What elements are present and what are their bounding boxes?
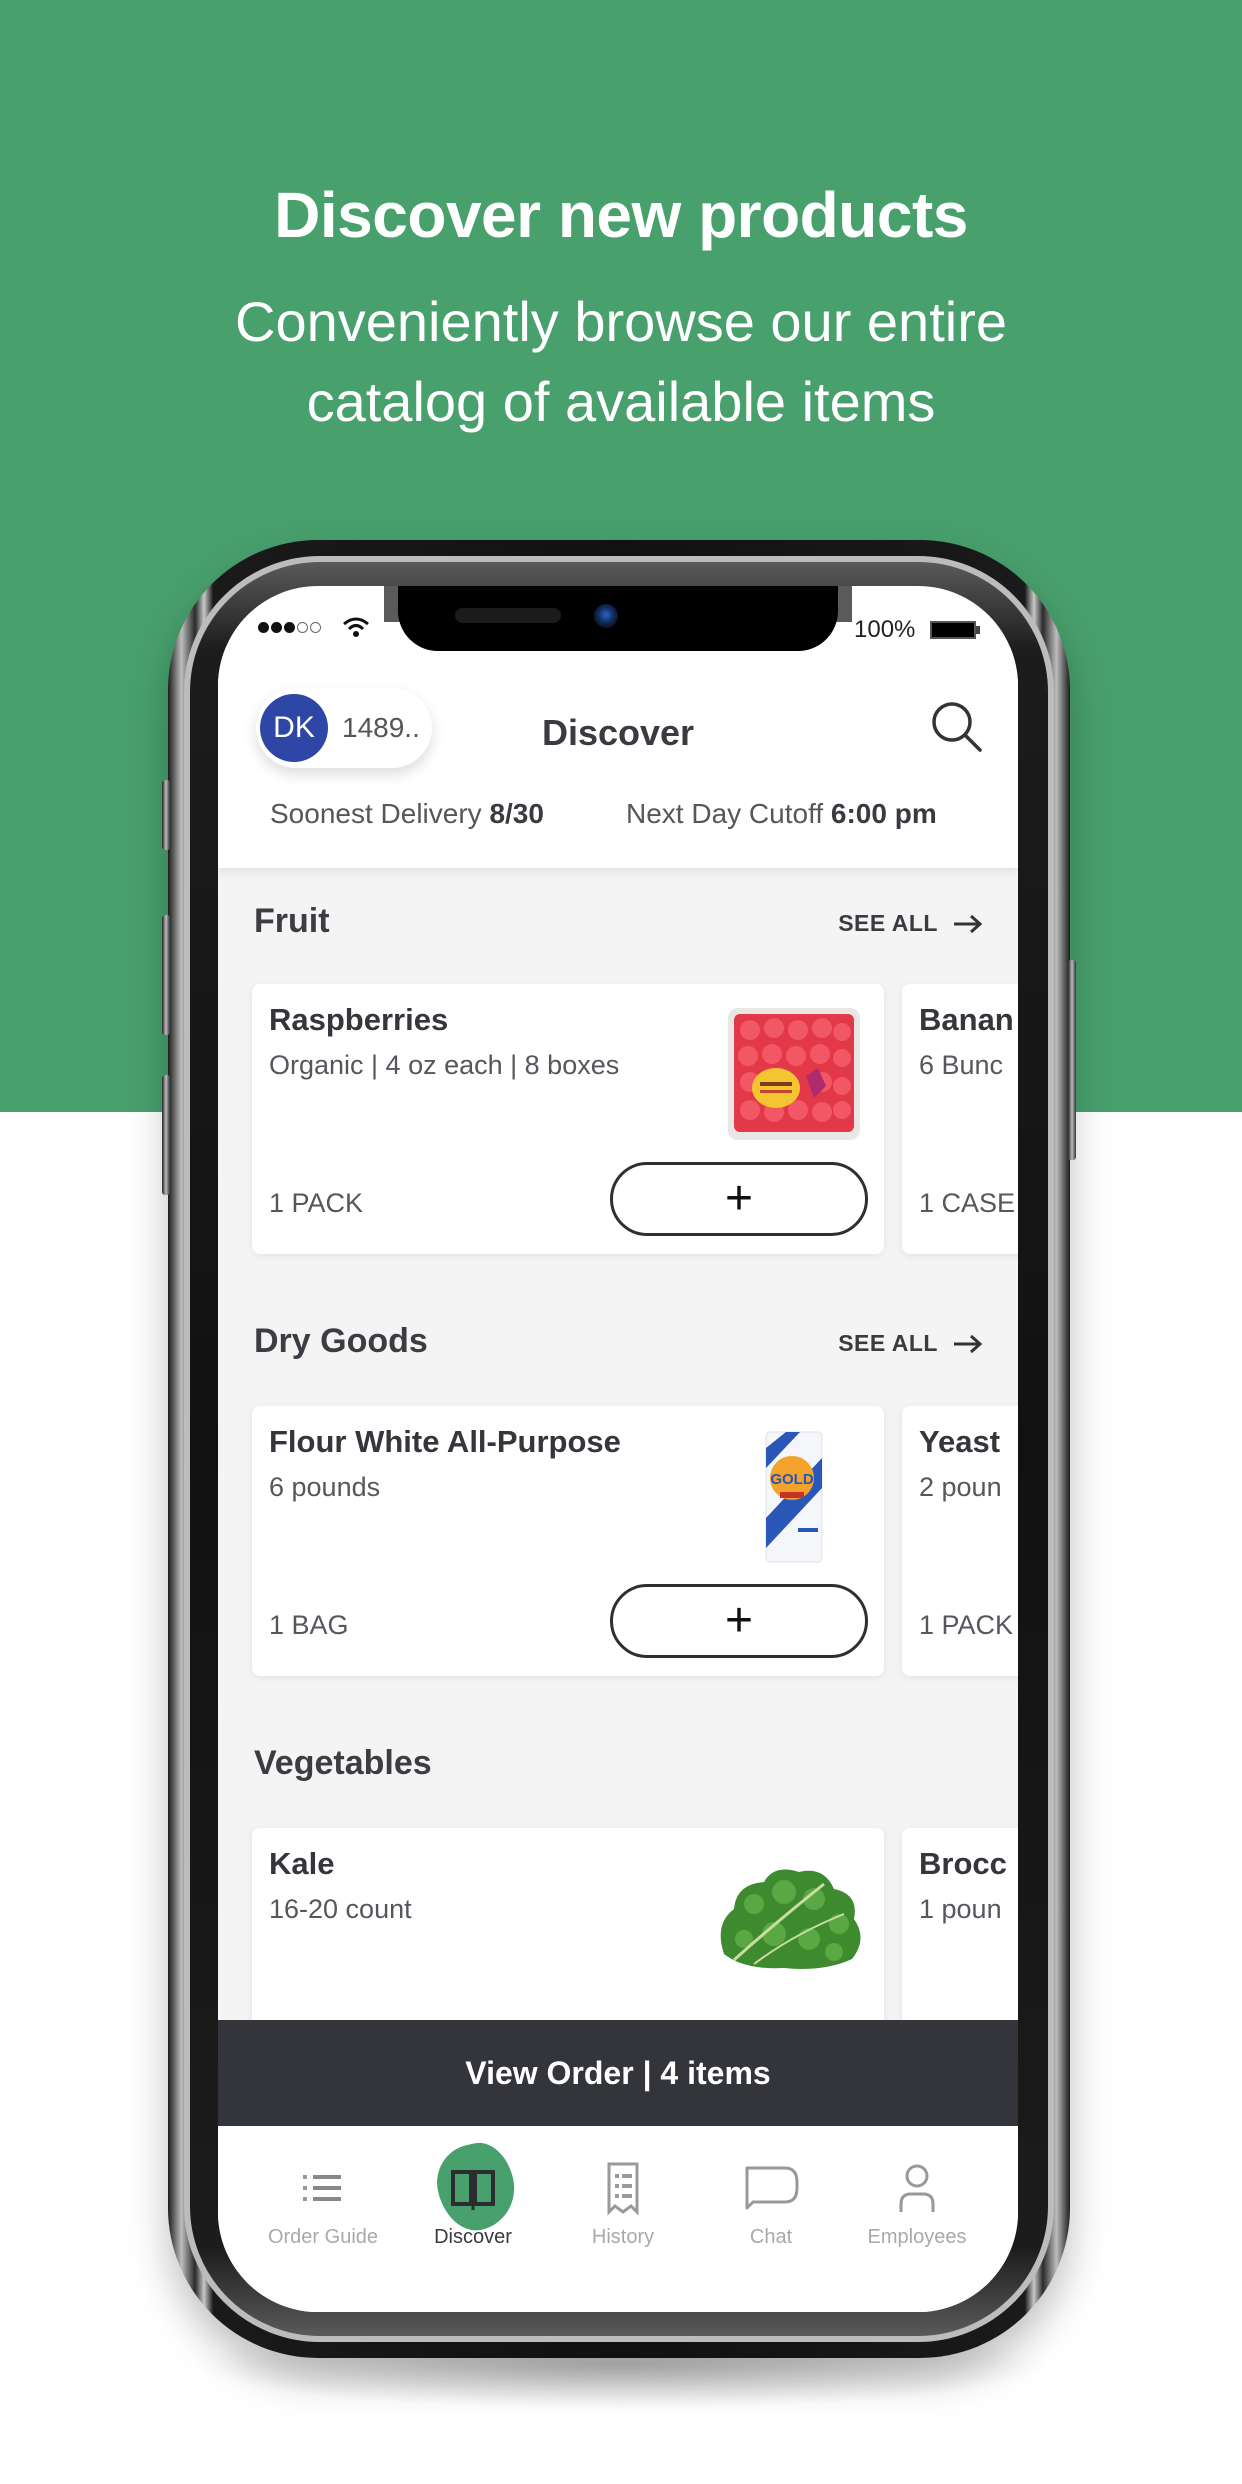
product-unit: 1 CASE [919, 1188, 1016, 1218]
product-card[interactable]: Yeast 2 poun 1 PACK [902, 1406, 1018, 1676]
product-name: Banan [919, 1002, 1014, 1037]
product-description: 6 Bunc [919, 1050, 1004, 1080]
promo-title: Discover new products [274, 179, 968, 251]
tab-label: Employees [867, 2226, 967, 2248]
promo-subtitle-line-2: catalog of available items [306, 370, 936, 433]
battery-icon [930, 621, 976, 639]
phone-volume-up-button [162, 915, 170, 1035]
earpiece-speaker [455, 608, 561, 623]
promo-subtitle: Conveniently browse our entire catalog o… [0, 282, 1242, 442]
header: DK 1489.. Discover Soonest Delivery 8/30… [218, 646, 1018, 868]
phone-mute-switch [162, 780, 170, 850]
soonest-delivery-label: Soonest Delivery [270, 798, 482, 829]
tab-employees[interactable]: Employees [842, 2148, 992, 2258]
tab-chat[interactable]: Chat [696, 2148, 846, 2258]
add-to-order-button[interactable]: + [610, 1162, 868, 1236]
product-description: 1 poun [919, 1894, 1002, 1924]
soonest-delivery: Soonest Delivery 8/30 [270, 798, 544, 830]
kale-image [720, 1869, 861, 1969]
product-name: Flour White All-Purpose [269, 1424, 621, 1459]
product-name: Raspberries [269, 1002, 449, 1037]
cutoff-label: Next Day Cutoff [626, 798, 824, 829]
list-icon [303, 2175, 341, 2201]
see-all-label: SEE ALL [838, 1330, 938, 1356]
phone-power-button [1068, 960, 1076, 1160]
phone-volume-down-button [162, 1075, 170, 1195]
tab-label: Chat [749, 2226, 793, 2248]
product-unit: 1 PACK [919, 1610, 1014, 1640]
front-camera [594, 604, 618, 628]
arrow-right-icon [954, 1334, 983, 1353]
tab-order-guide[interactable]: Order Guide [248, 2148, 398, 2258]
tab-history[interactable]: History [548, 2148, 698, 2258]
product-description: 16-20 count [269, 1894, 412, 1924]
book-icon [451, 2170, 495, 2210]
battery-percentage: 100% [854, 616, 916, 643]
flour-bag-image: GOLD [765, 1431, 823, 1563]
product-unit: 1 PACK [269, 1188, 364, 1218]
tab-label: Discover [434, 2226, 512, 2248]
see-all-label: SEE ALL [838, 910, 938, 936]
product-unit: 1 BAG [269, 1610, 349, 1640]
tab-label: Order Guide [267, 2226, 379, 2248]
raspberries-image [728, 1008, 860, 1140]
section-title: Vegetables [254, 1744, 432, 1782]
product-card[interactable]: Raspberries Organic | 4 oz each | 8 boxe… [252, 984, 884, 1254]
view-order-button[interactable]: View Order | 4 items [218, 2020, 1018, 2126]
tab-bar: Order Guide Discover History Chat Employ… [218, 2126, 1018, 2312]
product-name: Yeast [919, 1424, 1001, 1459]
soonest-delivery-value: 8/30 [489, 798, 544, 829]
arrow-right-icon [954, 914, 983, 933]
see-all-button[interactable]: SEE ALL [838, 1330, 984, 1357]
section-title: Dry Goods [254, 1322, 428, 1360]
tab-discover[interactable]: Discover [398, 2137, 548, 2258]
product-description: 6 pounds [269, 1472, 381, 1502]
product-card[interactable]: Banan 6 Bunc 1 CASE [902, 984, 1018, 1254]
product-description: Organic | 4 oz each | 8 boxes [269, 1050, 620, 1080]
product-description: 2 poun [919, 1472, 1002, 1502]
section-title: Fruit [254, 902, 330, 940]
tab-label: History [591, 2226, 655, 2248]
product-name: Kale [269, 1846, 335, 1881]
search-icon[interactable] [926, 696, 986, 756]
signal-strength-icon [258, 622, 321, 633]
svg-text:GOLD: GOLD [770, 1471, 813, 1488]
product-name: Brocc [919, 1846, 1007, 1881]
next-day-cutoff: Next Day Cutoff 6:00 pm [626, 798, 937, 830]
phone-screen: 100% DK 1489.. Discover Soonest Delivery… [218, 586, 1018, 2312]
receipt-icon [607, 2162, 639, 2216]
product-card[interactable]: Flour White All-Purpose 6 pounds GOLD 1 … [252, 1406, 884, 1676]
see-all-button[interactable]: SEE ALL [838, 910, 984, 937]
cutoff-value: 6:00 pm [830, 798, 937, 829]
person-icon [899, 2164, 935, 2212]
chat-bubble-icon [745, 2166, 799, 2210]
promo-subtitle-line-1: Conveniently browse our entire [235, 290, 1007, 353]
wifi-icon [343, 617, 369, 637]
page-title: Discover [541, 712, 695, 753]
add-to-order-button[interactable]: + [610, 1584, 868, 1658]
battery-nub [976, 626, 980, 634]
